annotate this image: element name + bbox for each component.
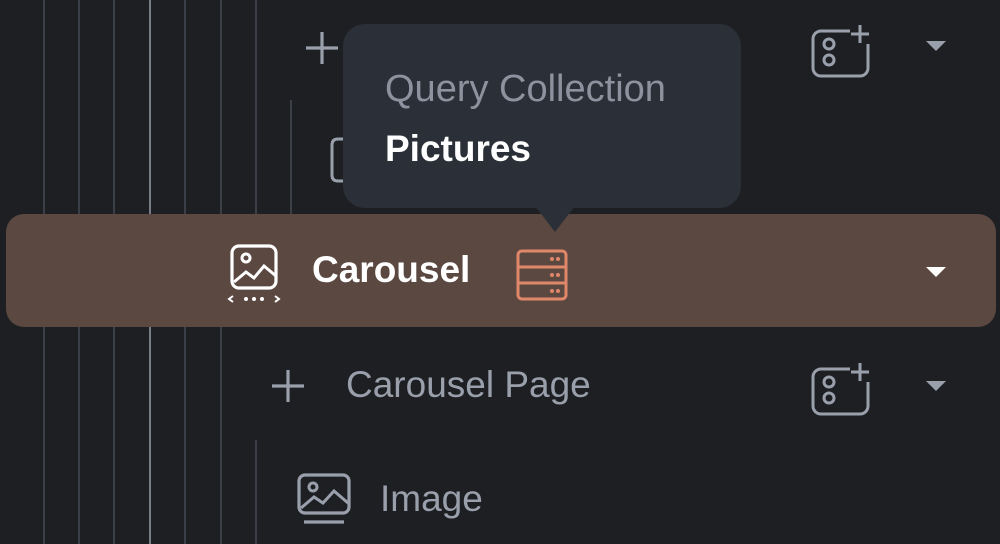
add-icon[interactable] [270,368,306,404]
tree-row-image[interactable]: Image [0,444,1000,544]
tree-row-carousel-page[interactable]: Carousel Page [0,330,1000,440]
tree-row-label: Carousel [312,249,471,290]
query-collection-icon[interactable] [516,249,568,301]
tree-row-label: Image [380,478,483,519]
tree-row-selected[interactable] [6,214,996,327]
chevron-down-icon[interactable] [925,266,947,278]
tree-row-label: Carousel Page [346,364,591,405]
tooltip: Query Collection Pictures [343,24,741,232]
tooltip-arrow [535,206,575,232]
chevron-down-icon[interactable] [925,40,947,52]
tooltip-value: Pictures [385,128,532,169]
add-icon[interactable] [304,30,340,66]
tooltip-title: Query Collection [385,68,666,110]
image-icon [297,473,351,524]
add-component-icon[interactable] [810,22,872,78]
add-component-icon[interactable] [810,360,872,416]
chevron-down-icon[interactable] [925,380,947,392]
carousel-icon [227,244,281,303]
tree-guide-line [290,100,292,214]
